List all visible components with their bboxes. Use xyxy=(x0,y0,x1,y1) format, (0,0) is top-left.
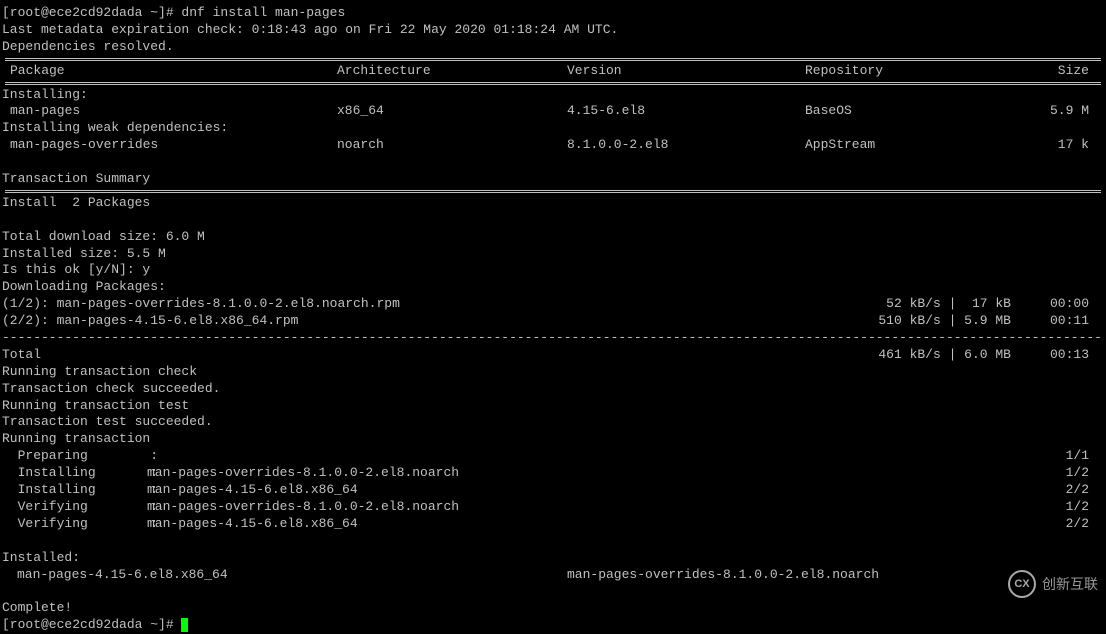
header-version: Version xyxy=(567,63,805,80)
installed-pkg: man-pages-4.15-6.el8.x86_64 xyxy=(2,567,567,584)
pkg-arch: x86_64 xyxy=(337,103,567,120)
pkg-size: 5.9 M xyxy=(1040,103,1104,120)
installing-weak-section: Installing weak dependencies: xyxy=(2,120,1104,137)
step-package: man-pages-overrides-8.1.0.0-2.el8.noarch xyxy=(147,465,1066,482)
deps-resolved: Dependencies resolved. xyxy=(2,39,1104,56)
header-package: Package xyxy=(2,63,337,80)
installed-pkg: man-pages-overrides-8.1.0.0-2.el8.noarch xyxy=(567,567,879,584)
blank xyxy=(2,212,1104,229)
header-repo: Repository xyxy=(805,63,1040,80)
pkg-repo: BaseOS xyxy=(805,103,1040,120)
installing-section: Installing: xyxy=(2,87,1104,104)
table-header: Package Architecture Version Repository … xyxy=(2,63,1104,80)
dl-file: (1/2): man-pages-overrides-8.1.0.0-2.el8… xyxy=(2,296,400,313)
watermark-logo-icon: CX xyxy=(1008,570,1036,598)
step-count: 2/2 xyxy=(1066,516,1104,533)
step-count: 1/2 xyxy=(1066,465,1104,482)
step-package xyxy=(147,448,1066,465)
dl-stats: 52 kB/s | 17 kB 00:00 xyxy=(878,296,1104,313)
dash-divider: ----------------------------------------… xyxy=(2,330,1104,347)
total-row: Total 461 kB/s | 6.0 MB 00:13 xyxy=(2,347,1104,364)
step-action: Installing : xyxy=(2,482,147,499)
header-size: Size xyxy=(1040,63,1104,80)
downloading-label: Downloading Packages: xyxy=(2,279,1104,296)
step-action: Preparing : xyxy=(2,448,147,465)
pkg-repo: AppStream xyxy=(805,137,1040,154)
pkg-version: 4.15-6.el8 xyxy=(567,103,805,120)
command-prompt[interactable]: [root@ece2cd92dada ~]# xyxy=(2,617,1104,634)
complete: Complete! xyxy=(2,600,1104,617)
step-action: Verifying : xyxy=(2,499,147,516)
blank xyxy=(2,583,1104,600)
table-row: man-pages-overrides noarch 8.1.0.0-2.el8… xyxy=(2,137,1104,154)
dl-file: (2/2): man-pages-4.15-6.el8.x86_64.rpm xyxy=(2,313,298,330)
step-package: man-pages-overrides-8.1.0.0-2.el8.noarch xyxy=(147,499,1066,516)
transaction-step: Verifying : man-pages-4.15-6.el8.x86_64 … xyxy=(2,516,1104,533)
transaction-step: Installing : man-pages-overrides-8.1.0.0… xyxy=(2,465,1104,482)
installed-size: Installed size: 5.5 M xyxy=(2,246,1104,263)
command-prompt: [root@ece2cd92dada ~]# dnf install man-p… xyxy=(2,5,1104,22)
pkg-version: 8.1.0.0-2.el8 xyxy=(567,137,805,154)
running-test: Running transaction test xyxy=(2,398,1104,415)
pkg-name: man-pages xyxy=(2,103,337,120)
download-row: (2/2): man-pages-4.15-6.el8.x86_64.rpm 5… xyxy=(2,313,1104,330)
running-check: Running transaction check xyxy=(2,364,1104,381)
cursor-icon xyxy=(181,618,188,632)
table-row: man-pages x86_64 4.15-6.el8 BaseOS 5.9 M xyxy=(2,103,1104,120)
pkg-size: 17 k xyxy=(1040,137,1104,154)
step-action: Verifying : xyxy=(2,516,147,533)
header-arch: Architecture xyxy=(337,63,567,80)
install-count: Install 2 Packages xyxy=(2,195,1104,212)
running-transaction: Running transaction xyxy=(2,431,1104,448)
total-stats: 461 kB/s | 6.0 MB 00:13 xyxy=(878,347,1104,364)
installed-label: Installed: xyxy=(2,550,1104,567)
step-package: man-pages-4.15-6.el8.x86_64 xyxy=(147,516,1066,533)
pkg-name: man-pages-overrides xyxy=(2,137,337,154)
transaction-step: Installing : man-pages-4.15-6.el8.x86_64… xyxy=(2,482,1104,499)
dl-stats: 510 kB/s | 5.9 MB 00:11 xyxy=(878,313,1104,330)
download-size: Total download size: 6.0 M xyxy=(2,229,1104,246)
divider xyxy=(5,58,1101,61)
step-count: 2/2 xyxy=(1066,482,1104,499)
test-succeeded: Transaction test succeeded. xyxy=(2,414,1104,431)
check-succeeded: Transaction check succeeded. xyxy=(2,381,1104,398)
divider xyxy=(5,82,1101,85)
divider xyxy=(5,190,1101,193)
confirm-prompt[interactable]: Is this ok [y/N]: y xyxy=(2,262,1104,279)
blank xyxy=(2,533,1104,550)
total-label: Total xyxy=(2,347,41,364)
download-row: (1/2): man-pages-overrides-8.1.0.0-2.el8… xyxy=(2,296,1104,313)
step-action: Installing : xyxy=(2,465,147,482)
step-package: man-pages-4.15-6.el8.x86_64 xyxy=(147,482,1066,499)
pkg-arch: noarch xyxy=(337,137,567,154)
blank xyxy=(2,154,1104,171)
step-count: 1/1 xyxy=(1066,448,1104,465)
installed-packages: man-pages-4.15-6.el8.x86_64 man-pages-ov… xyxy=(2,567,1104,584)
watermark-text: 创新互联 xyxy=(1042,575,1098,593)
transaction-step: Verifying : man-pages-overrides-8.1.0.0-… xyxy=(2,499,1104,516)
transaction-step: Preparing : 1/1 xyxy=(2,448,1104,465)
step-count: 1/2 xyxy=(1066,499,1104,516)
transaction-summary: Transaction Summary xyxy=(2,171,1104,188)
metadata-check: Last metadata expiration check: 0:18:43 … xyxy=(2,22,1104,39)
watermark: CX 创新互联 xyxy=(1008,570,1098,598)
